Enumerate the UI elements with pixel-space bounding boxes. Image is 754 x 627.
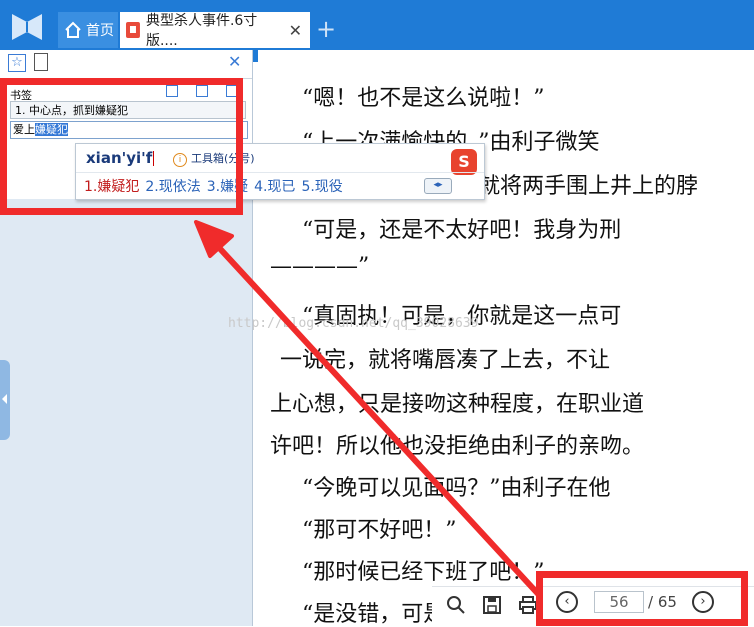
print-icon[interactable]: [518, 595, 538, 615]
text-line: ————”: [270, 254, 370, 279]
ime-candidate[interactable]: 5.现役: [301, 176, 342, 196]
annotation-box-pager: [536, 571, 748, 626]
pdf-file-icon: [126, 22, 140, 38]
sidebar-collapse-handle[interactable]: [0, 360, 10, 440]
text-line: “那时候已经下班了吧！”: [258, 560, 545, 585]
text-line: 许吧！所以他也没拒绝由利子的亲吻。: [270, 434, 645, 459]
new-tab-button[interactable]: +: [316, 14, 336, 44]
text-line: “那可不好吧！”: [258, 518, 457, 543]
app-logo-icon: [12, 14, 42, 40]
sidebar-close-icon[interactable]: ✕: [228, 52, 241, 71]
bookmark-star-icon[interactable]: ☆: [8, 54, 26, 72]
home-icon: [65, 21, 81, 38]
tab-home[interactable]: 首页: [58, 12, 118, 48]
text-line: “今晚可以见面吗？”由利子在他: [258, 476, 611, 501]
ime-page-arrows-icon[interactable]: ◂▸: [424, 178, 452, 194]
text-line: 一说完，就将嘴唇凑了上去，不让: [258, 348, 611, 373]
annotation-box-ime: [0, 78, 243, 215]
sidebar-header: ☆ ✕: [0, 50, 252, 79]
text-line: “是没错，可是: [258, 602, 446, 626]
text-line: “可是，还是不太好吧！我身为刑: [258, 218, 622, 243]
text-line: “嗯！也不是这么说啦！”: [258, 86, 545, 111]
watermark-text: http://blog.csdn.net/qq_39028639: [228, 316, 479, 331]
tab-home-label: 首页: [86, 23, 114, 39]
tab-document[interactable]: 典型杀人事件.6寸版.... ✕: [120, 12, 310, 49]
page-thumbnail-icon[interactable]: [34, 53, 48, 71]
search-icon[interactable]: [446, 595, 466, 615]
tab-document-label: 典型杀人事件.6寸版....: [145, 13, 258, 49]
text-line: 上心想，只是接吻这种程度，在职业道: [270, 392, 645, 417]
document-view: “嗯！也不是这么说啦！” “上一次满愉快的。”由利子微笑 就将两手围上井上的脖 …: [258, 50, 754, 626]
ime-candidate[interactable]: 4.现已: [254, 176, 295, 196]
save-icon[interactable]: [482, 595, 502, 615]
tab-close-icon[interactable]: ✕: [289, 21, 302, 40]
